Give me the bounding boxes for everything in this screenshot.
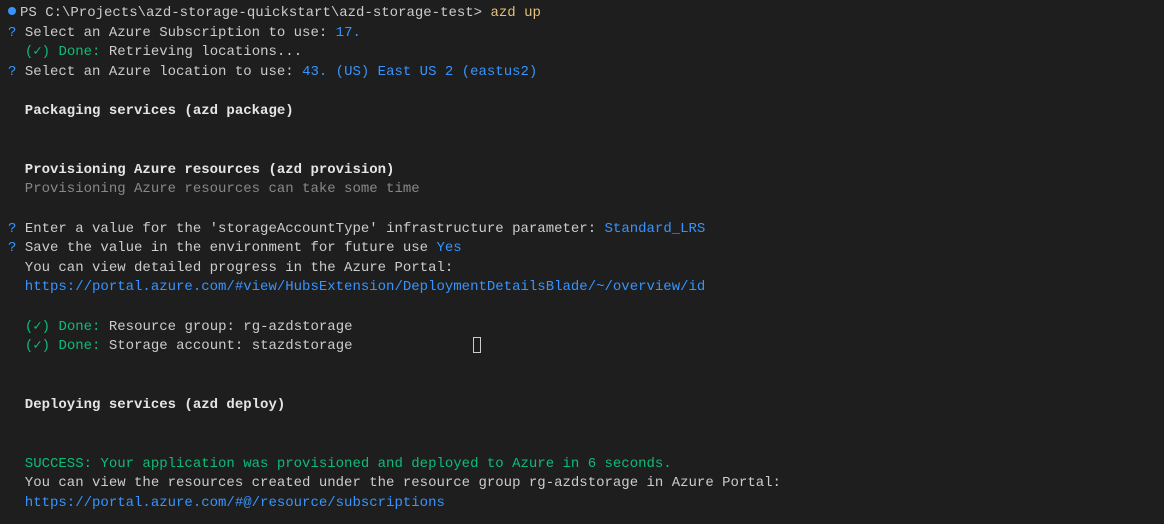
param-label: Enter a value for the 'storageAccountTyp…: [25, 221, 596, 237]
done-label: Done:: [58, 44, 100, 60]
param-value: Standard_LRS: [605, 221, 706, 237]
save-label: Save the value in the environment for fu…: [25, 240, 428, 256]
question-mark-icon: ?: [8, 221, 16, 237]
blank-line: [8, 376, 1156, 396]
portal-intro: You can view detailed progress in the Az…: [8, 259, 1156, 279]
location-line: ? Select an Azure location to use: 43. (…: [8, 63, 1156, 83]
done-rg-line: (✓) Done: Resource group: rg-azdstorage: [8, 318, 1156, 338]
question-mark-icon: ?: [8, 64, 16, 80]
command-text: azd up: [490, 5, 540, 21]
done-text: Resource group: rg-azdstorage: [109, 319, 353, 335]
done-text: Storage account: stazdstorage: [109, 338, 353, 354]
location-value: 43. (US) East US 2 (eastus2): [302, 64, 537, 80]
done-label: Done:: [58, 319, 100, 335]
deploying-heading: Deploying services (azd deploy): [8, 396, 1156, 416]
blank-line: [8, 298, 1156, 318]
provisioning-subtext: Provisioning Azure resources can take so…: [8, 180, 1156, 200]
blank-line: [8, 357, 1156, 377]
done-label: Done:: [58, 338, 100, 354]
subscription-line: ? Select an Azure Subscription to use: 1…: [8, 24, 1156, 44]
blank-line: [8, 435, 1156, 455]
save-value: Yes: [436, 240, 461, 256]
check-icon: (✓): [25, 319, 50, 335]
check-icon: (✓): [25, 338, 50, 354]
check-icon: (✓): [25, 44, 50, 60]
cursor-icon: [473, 337, 481, 353]
blank-line: [8, 200, 1156, 220]
ps-prompt: PS C:\Projects\azd-storage-quickstart\az…: [20, 5, 482, 21]
save-line: ? Save the value in the environment for …: [8, 239, 1156, 259]
location-label: Select an Azure location to use:: [25, 64, 294, 80]
blank-line: [8, 415, 1156, 435]
param-line: ? Enter a value for the 'storageAccountT…: [8, 220, 1156, 240]
done-storage-line: (✓) Done: Storage account: stazdstorage: [8, 337, 1156, 357]
subscription-label: Select an Azure Subscription to use:: [25, 25, 327, 41]
subscription-value: 17.: [336, 25, 361, 41]
blank-line: [8, 82, 1156, 102]
done-text: Retrieving locations...: [109, 44, 302, 60]
question-mark-icon: ?: [8, 25, 16, 41]
footer-text: You can view the resources created under…: [8, 474, 1156, 494]
active-dot-icon: [8, 7, 16, 15]
done-locations-line: (✓) Done: Retrieving locations...: [8, 43, 1156, 63]
blank-line: [8, 122, 1156, 142]
provisioning-heading: Provisioning Azure resources (azd provis…: [8, 161, 1156, 181]
blank-line: [8, 141, 1156, 161]
packaging-heading: Packaging services (azd package): [8, 102, 1156, 122]
portal-url[interactable]: https://portal.azure.com/#view/HubsExten…: [8, 278, 1156, 298]
question-mark-icon: ?: [8, 240, 16, 256]
prompt-line[interactable]: PS C:\Projects\azd-storage-quickstart\az…: [8, 4, 1156, 24]
footer-url[interactable]: https://portal.azure.com/#@/resource/sub…: [8, 494, 1156, 514]
success-line: SUCCESS: Your application was provisione…: [8, 455, 1156, 475]
